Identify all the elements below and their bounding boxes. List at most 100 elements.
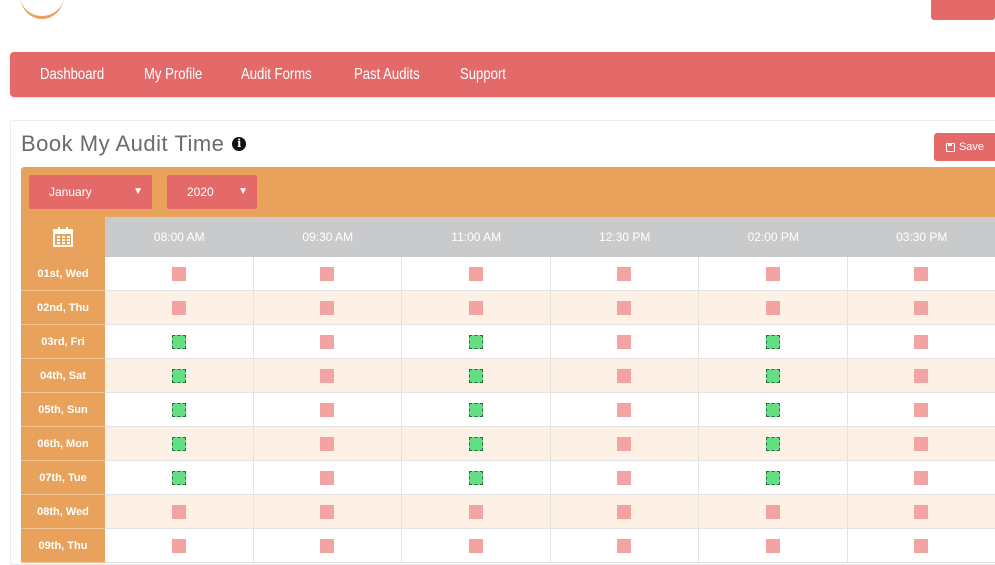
- slot-unavailable-checkbox[interactable]: [320, 369, 334, 383]
- slot-unavailable-checkbox[interactable]: [469, 267, 483, 281]
- slot-unavailable-checkbox[interactable]: [914, 267, 928, 281]
- slot-cell: [699, 495, 848, 529]
- time-header: 08:00 AM09:30 AM11:00 AM12:30 PM02:00 PM…: [105, 217, 995, 257]
- slot-unavailable-checkbox[interactable]: [172, 539, 186, 553]
- slot-unavailable-checkbox[interactable]: [766, 505, 780, 519]
- slot-unavailable-checkbox[interactable]: [914, 403, 928, 417]
- slot-cell: [254, 529, 403, 563]
- slot-cell: [254, 359, 403, 393]
- time-column-header: 12:30 PM: [551, 230, 700, 244]
- slot-unavailable-checkbox[interactable]: [766, 539, 780, 553]
- slot-available-checkbox[interactable]: [766, 437, 780, 451]
- slot-unavailable-checkbox[interactable]: [469, 539, 483, 553]
- nav-audit-forms[interactable]: Audit Forms: [241, 66, 312, 84]
- slot-unavailable-checkbox[interactable]: [617, 437, 631, 451]
- nav-past-audits[interactable]: Past Audits: [354, 66, 420, 84]
- slot-unavailable-checkbox[interactable]: [469, 505, 483, 519]
- slot-unavailable-checkbox[interactable]: [914, 301, 928, 315]
- year-select-value: 2020: [187, 185, 214, 199]
- slot-unavailable-checkbox[interactable]: [914, 369, 928, 383]
- slot-available-checkbox[interactable]: [469, 437, 483, 451]
- slot-unavailable-checkbox[interactable]: [617, 301, 631, 315]
- slot-cell: [402, 257, 551, 291]
- slot-available-checkbox[interactable]: [469, 369, 483, 383]
- slot-unavailable-checkbox[interactable]: [914, 505, 928, 519]
- slot-unavailable-checkbox[interactable]: [766, 301, 780, 315]
- slot-available-checkbox[interactable]: [172, 369, 186, 383]
- slot-unavailable-checkbox[interactable]: [320, 335, 334, 349]
- slot-cell: [105, 359, 254, 393]
- slot-unavailable-checkbox[interactable]: [617, 471, 631, 485]
- month-select-value: January: [49, 185, 92, 199]
- day-row: 06th, Mon: [21, 427, 995, 461]
- month-select[interactable]: January ▼: [29, 175, 152, 209]
- slot-unavailable-checkbox[interactable]: [617, 403, 631, 417]
- slot-unavailable-checkbox[interactable]: [320, 505, 334, 519]
- nav-my-profile[interactable]: My Profile: [144, 66, 202, 84]
- slot-unavailable-checkbox[interactable]: [469, 301, 483, 315]
- slot-available-checkbox[interactable]: [172, 403, 186, 417]
- slot-unavailable-checkbox[interactable]: [172, 301, 186, 315]
- slot-available-checkbox[interactable]: [766, 335, 780, 349]
- slot-unavailable-checkbox[interactable]: [914, 335, 928, 349]
- slot-unavailable-checkbox[interactable]: [617, 267, 631, 281]
- slot-available-checkbox[interactable]: [469, 471, 483, 485]
- day-row: 02nd, Thu: [21, 291, 995, 325]
- slot-unavailable-checkbox[interactable]: [320, 301, 334, 315]
- slot-unavailable-checkbox[interactable]: [617, 369, 631, 383]
- day-label: 06th, Mon: [21, 427, 105, 461]
- slot-cell: [699, 325, 848, 359]
- slot-unavailable-checkbox[interactable]: [172, 505, 186, 519]
- slot-available-checkbox[interactable]: [172, 335, 186, 349]
- slot-unavailable-checkbox[interactable]: [320, 471, 334, 485]
- time-column-header: 08:00 AM: [105, 230, 254, 244]
- nav-support[interactable]: Support: [460, 66, 506, 84]
- info-icon[interactable]: i: [232, 137, 246, 151]
- slot-unavailable-checkbox[interactable]: [320, 403, 334, 417]
- slot-cell: [848, 393, 995, 427]
- slot-unavailable-checkbox[interactable]: [914, 471, 928, 485]
- day-label: 09th, Thu: [21, 529, 105, 563]
- slot-unavailable-checkbox[interactable]: [766, 267, 780, 281]
- slot-available-checkbox[interactable]: [469, 403, 483, 417]
- floppy-disk-icon: [946, 143, 955, 152]
- day-label: 08th, Wed: [21, 495, 105, 529]
- slot-available-checkbox[interactable]: [766, 369, 780, 383]
- slot-cell: [551, 393, 700, 427]
- logo[interactable]: [20, 0, 64, 19]
- slot-cell: [105, 495, 254, 529]
- slot-available-checkbox[interactable]: [469, 335, 483, 349]
- slot-cell: [402, 427, 551, 461]
- top-right-button[interactable]: [931, 0, 995, 20]
- slot-available-checkbox[interactable]: [172, 437, 186, 451]
- slot-unavailable-checkbox[interactable]: [914, 539, 928, 553]
- slot-unavailable-checkbox[interactable]: [617, 505, 631, 519]
- year-select[interactable]: 2020 ▼: [167, 175, 257, 209]
- nav-dashboard[interactable]: Dashboard: [40, 66, 104, 84]
- slot-unavailable-checkbox[interactable]: [320, 267, 334, 281]
- slot-unavailable-checkbox[interactable]: [617, 539, 631, 553]
- slot-unavailable-checkbox[interactable]: [320, 539, 334, 553]
- time-column-header: 03:30 PM: [848, 230, 995, 244]
- slot-cell: [254, 393, 403, 427]
- day-row: 03rd, Fri: [21, 325, 995, 359]
- day-rows: 01st, Wed02nd, Thu03rd, Fri04th, Sat05th…: [21, 257, 995, 563]
- slot-cell: [402, 325, 551, 359]
- slot-unavailable-checkbox[interactable]: [617, 335, 631, 349]
- slot-available-checkbox[interactable]: [766, 403, 780, 417]
- day-row: 07th, Tue: [21, 461, 995, 495]
- slot-cell: [105, 325, 254, 359]
- slot-cell: [551, 495, 700, 529]
- schedule-grid: 08:00 AM09:30 AM11:00 AM12:30 PM02:00 PM…: [21, 217, 995, 563]
- save-button[interactable]: Save: [934, 133, 995, 161]
- slot-unavailable-checkbox[interactable]: [172, 267, 186, 281]
- slot-cell: [551, 461, 700, 495]
- booking-panel: Book My Audit Time i Save January ▼ 2020…: [10, 120, 995, 565]
- save-button-label: Save: [959, 141, 984, 153]
- slot-unavailable-checkbox[interactable]: [320, 437, 334, 451]
- slot-available-checkbox[interactable]: [766, 471, 780, 485]
- filter-bar: January ▼ 2020 ▼: [21, 167, 995, 217]
- slot-unavailable-checkbox[interactable]: [914, 437, 928, 451]
- time-column-header: 09:30 AM: [254, 230, 403, 244]
- slot-available-checkbox[interactable]: [172, 471, 186, 485]
